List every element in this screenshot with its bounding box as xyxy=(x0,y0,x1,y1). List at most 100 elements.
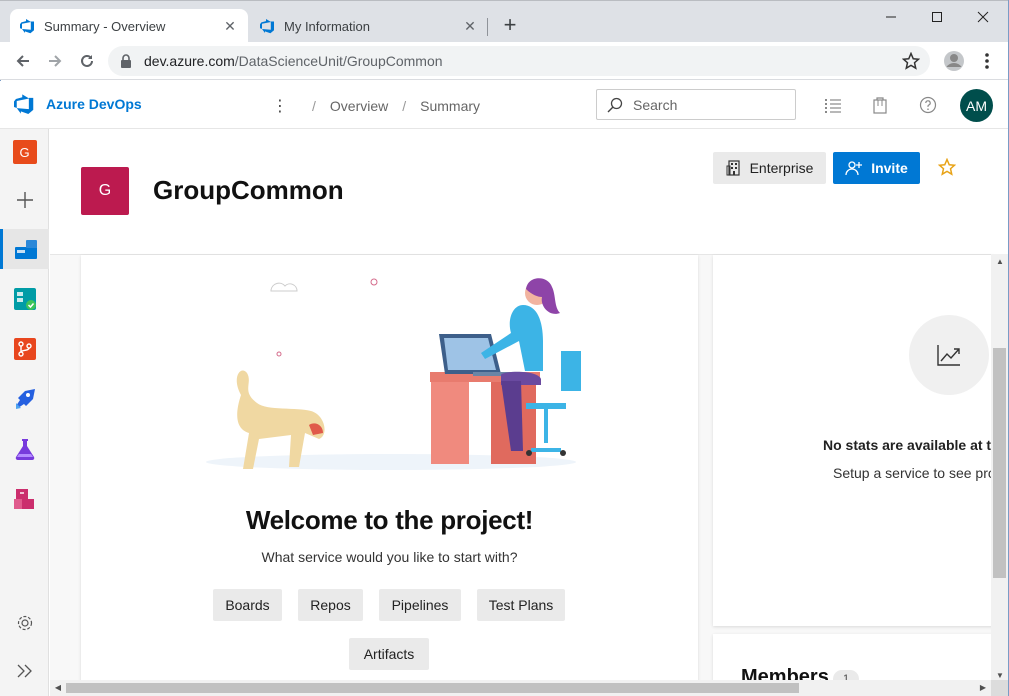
nav-pipelines[interactable] xyxy=(0,379,49,419)
browser-toolbar: dev.azure.com/DataScienceUnit/GroupCommo… xyxy=(0,42,1009,80)
search-placeholder: Search xyxy=(633,96,678,113)
forward-arrow-icon xyxy=(49,55,62,67)
vertical-scrollbar[interactable]: ▲ ▼ xyxy=(991,254,1009,684)
forward-button[interactable] xyxy=(42,48,68,74)
plus-icon xyxy=(16,192,33,208)
close-window-button[interactable] xyxy=(960,3,1006,31)
project-avatar: G xyxy=(81,167,129,215)
lock-icon xyxy=(121,54,131,68)
horizontal-scroll-thumb[interactable] xyxy=(66,683,799,693)
browser-tabstrip: Summary - Overview ✕ My Information ✕ + xyxy=(0,0,1009,43)
pipelines-icon xyxy=(15,389,35,409)
url-path: /DataScienceUnit/GroupCommon xyxy=(234,53,443,69)
new-button[interactable] xyxy=(0,180,49,220)
service-button-boards[interactable]: Boards xyxy=(213,589,282,621)
url-host: dev.azure.com xyxy=(144,53,235,69)
minimize-button[interactable] xyxy=(868,3,914,31)
org-project-badge[interactable]: G xyxy=(0,132,49,172)
close-tab-icon[interactable]: ✕ xyxy=(222,18,238,35)
invite-label: Invite xyxy=(871,160,908,176)
stats-circle xyxy=(909,315,989,395)
reload-icon xyxy=(81,54,93,67)
left-navigation: G xyxy=(0,129,49,696)
scroll-right-icon[interactable]: ▶ xyxy=(975,680,991,696)
project-header: G GroupCommon Enterprise Invite xyxy=(50,129,994,255)
help-icon[interactable] xyxy=(918,95,938,115)
user-avatar[interactable]: AM xyxy=(960,89,993,122)
close-icon xyxy=(977,11,989,23)
building-icon xyxy=(726,160,740,176)
nav-overview[interactable] xyxy=(0,229,49,269)
welcome-card: Welcome to the project! What service wou… xyxy=(81,255,698,684)
breadcrumb-separator: / xyxy=(312,98,316,114)
project-initial: G xyxy=(12,140,37,164)
scrollbar-corner xyxy=(991,680,1009,696)
marketplace-bag-icon[interactable] xyxy=(870,95,890,115)
address-bar[interactable]: dev.azure.com/DataScienceUnit/GroupCommo… xyxy=(108,46,930,76)
enterprise-button[interactable]: Enterprise xyxy=(713,152,826,184)
breadcrumb-overview[interactable]: Overview xyxy=(330,98,388,114)
ado-brand[interactable]: Azure DevOps xyxy=(14,93,142,115)
browser-tab-summary[interactable]: Summary - Overview ✕ xyxy=(10,9,248,43)
profile-button[interactable] xyxy=(941,48,967,74)
nav-artifacts[interactable] xyxy=(0,479,49,519)
reload-button[interactable] xyxy=(74,48,100,74)
search-icon xyxy=(607,97,623,112)
ado-header: Azure DevOps ⋮ / Overview / Summary Sear… xyxy=(0,81,1009,129)
artifacts-icon xyxy=(13,489,34,509)
azure-devops-logo-icon xyxy=(14,94,34,115)
bookmark-star-icon[interactable] xyxy=(902,52,920,70)
vertical-scroll-thumb[interactable] xyxy=(993,348,1006,578)
project-settings-button[interactable] xyxy=(0,603,49,643)
nav-boards[interactable] xyxy=(0,279,49,319)
browser-tab-my-information[interactable]: My Information ✕ xyxy=(250,9,488,43)
members-card: Members 1 xyxy=(713,634,994,684)
horizontal-scrollbar[interactable]: ◀ ▶ xyxy=(50,680,991,696)
welcome-illustration xyxy=(206,278,581,470)
breadcrumb-separator: / xyxy=(402,98,407,114)
project-name: GroupCommon xyxy=(153,175,344,205)
add-people-icon xyxy=(845,161,863,176)
browser-menu-button[interactable] xyxy=(974,48,1000,74)
no-stats-title: No stats are available at t xyxy=(823,437,992,453)
main-content: G GroupCommon Enterprise Invite Welcome … xyxy=(50,129,994,684)
stats-card: No stats are available at t Setup a serv… xyxy=(713,255,994,626)
scroll-left-icon[interactable]: ◀ xyxy=(50,680,66,696)
search-box[interactable]: Search xyxy=(596,89,796,120)
welcome-title: Welcome to the project! xyxy=(245,505,534,535)
breadcrumb-summary[interactable]: Summary xyxy=(420,98,480,114)
repos-icon xyxy=(13,338,36,360)
list-settings-icon[interactable] xyxy=(823,95,843,115)
brand-name: Azure DevOps xyxy=(46,96,142,112)
service-button-test-plans[interactable]: Test Plans xyxy=(477,589,565,621)
close-tab-icon[interactable]: ✕ xyxy=(462,18,478,35)
tab-separator xyxy=(487,18,488,36)
back-arrow-icon xyxy=(16,55,29,67)
more-actions-button[interactable]: ⋮ xyxy=(272,96,288,116)
nav-repos[interactable] xyxy=(0,329,49,369)
chart-trend-icon xyxy=(937,345,960,366)
scroll-up-icon[interactable]: ▲ xyxy=(991,254,1009,270)
service-button-pipelines[interactable]: Pipelines xyxy=(379,589,461,621)
setup-service-text: Setup a service to see pro xyxy=(833,465,994,481)
service-button-artifacts[interactable]: Artifacts xyxy=(349,638,429,670)
service-button-repos[interactable]: Repos xyxy=(298,589,363,621)
minimize-icon xyxy=(886,16,896,18)
invite-button[interactable]: Invite xyxy=(833,152,920,184)
breadcrumb: ⋮ / Overview / Summary xyxy=(272,96,480,116)
boards-icon xyxy=(13,288,36,310)
new-tab-button[interactable]: + xyxy=(498,14,522,38)
maximize-button[interactable] xyxy=(914,3,960,31)
tab-title: My Information xyxy=(284,18,370,34)
tab-title: Summary - Overview xyxy=(44,18,166,34)
double-chevron-right-icon xyxy=(17,664,32,678)
nav-test-plans[interactable] xyxy=(0,429,49,469)
azure-devops-icon xyxy=(260,19,274,34)
collapse-nav-button[interactable] xyxy=(0,651,49,691)
maximize-icon xyxy=(932,12,942,22)
more-vertical-icon xyxy=(985,53,989,69)
welcome-subtitle: What service would you like to start wit… xyxy=(261,549,518,565)
favorite-star-icon[interactable] xyxy=(938,158,956,176)
back-button[interactable] xyxy=(10,48,36,74)
test-plans-icon xyxy=(15,439,34,460)
